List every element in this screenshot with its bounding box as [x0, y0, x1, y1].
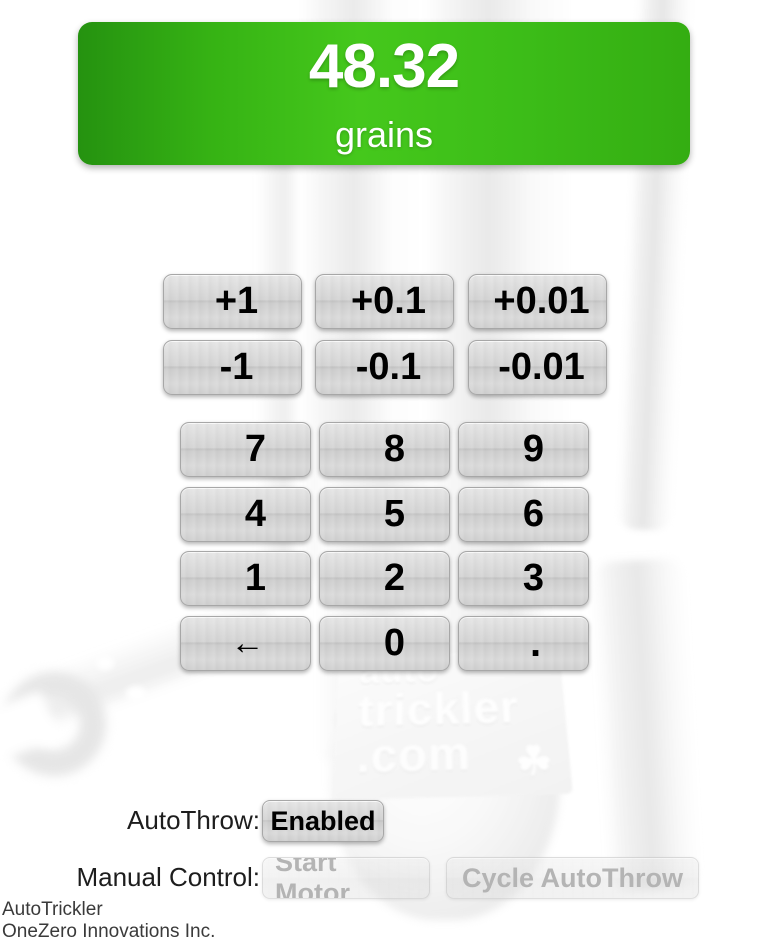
weight-unit: grains: [334, 114, 434, 155]
autothrow-state-button[interactable]: Enabled: [262, 800, 384, 842]
keypad-7-button[interactable]: 7: [180, 422, 311, 477]
keypad-2-button[interactable]: 2: [319, 551, 450, 606]
keypad-9-label: 9: [522, 428, 545, 470]
weight-value: 48.32: [308, 32, 460, 101]
keypad-backspace-button[interactable]: ←: [180, 616, 311, 671]
weight-display-banner: 48.32 grains: [78, 22, 690, 165]
company-name: OneZero Innovations Inc.: [2, 921, 216, 941]
decrement-0-1-button[interactable]: -0.1: [315, 340, 454, 395]
keypad-decimal-button[interactable]: .: [458, 616, 589, 671]
keypad-8-button[interactable]: 8: [319, 422, 450, 477]
keypad-2-label: 2: [383, 557, 406, 599]
keypad-6-label: 6: [522, 493, 545, 535]
decrement-1-label: -1: [219, 346, 254, 388]
keypad-9-button[interactable]: 9: [458, 422, 589, 477]
keypad-0-label: 0: [383, 622, 406, 664]
footer-branding: AutoTrickler OneZero Innovations Inc.: [2, 899, 215, 941]
keypad-1-button[interactable]: 1: [180, 551, 311, 606]
keypad-4-button[interactable]: 4: [180, 487, 311, 542]
increment-0-1-button[interactable]: +0.1: [315, 274, 454, 329]
start-motor-button[interactable]: Start Motor: [262, 857, 430, 899]
keypad-6-button[interactable]: 6: [458, 487, 589, 542]
keypad-decimal-label: .: [529, 621, 542, 665]
keypad-0-button[interactable]: 0: [319, 616, 450, 671]
start-motor-label: Start Motor: [275, 857, 350, 899]
increment-0-01-label: +0.01: [493, 280, 590, 322]
autotrickler-app: auto trickler .com ☘ 48.32 grains +1 +0.…: [0, 0, 768, 941]
decrement-0-01-label: -0.01: [498, 346, 585, 388]
keypad-5-label: 5: [383, 493, 406, 535]
autothrow-state-label: Enabled: [270, 805, 376, 836]
increment-0-1-label: +0.1: [350, 280, 427, 322]
keypad-8-label: 8: [383, 428, 406, 470]
increment-1-button[interactable]: +1: [163, 274, 302, 329]
manual-control-label: Manual Control:: [76, 862, 260, 892]
cycle-autothrow-button[interactable]: Cycle AutoThrow: [446, 857, 699, 899]
backspace-arrow-icon: ←: [230, 624, 265, 662]
keypad-1-label: 1: [244, 557, 267, 599]
autothrow-label: AutoThrow:: [127, 805, 260, 835]
keypad-4-label: 4: [244, 493, 267, 535]
keypad-7-label: 7: [244, 428, 267, 470]
decrement-1-button[interactable]: -1: [163, 340, 302, 395]
increment-1-label: +1: [214, 280, 259, 322]
decrement-0-01-button[interactable]: -0.01: [468, 340, 607, 395]
keypad-5-button[interactable]: 5: [319, 487, 450, 542]
keypad-3-button[interactable]: 3: [458, 551, 589, 606]
decrement-0-1-label: -0.1: [355, 346, 422, 388]
cycle-autothrow-label: Cycle AutoThrow: [461, 862, 683, 893]
ui-layer: 48.32 grains +1 +0.1 +0.01 -1 -0.1 -0.01…: [0, 0, 768, 941]
app-name: AutoTrickler: [2, 899, 103, 920]
increment-0-01-button[interactable]: +0.01: [468, 274, 607, 329]
keypad-3-label: 3: [522, 557, 545, 599]
